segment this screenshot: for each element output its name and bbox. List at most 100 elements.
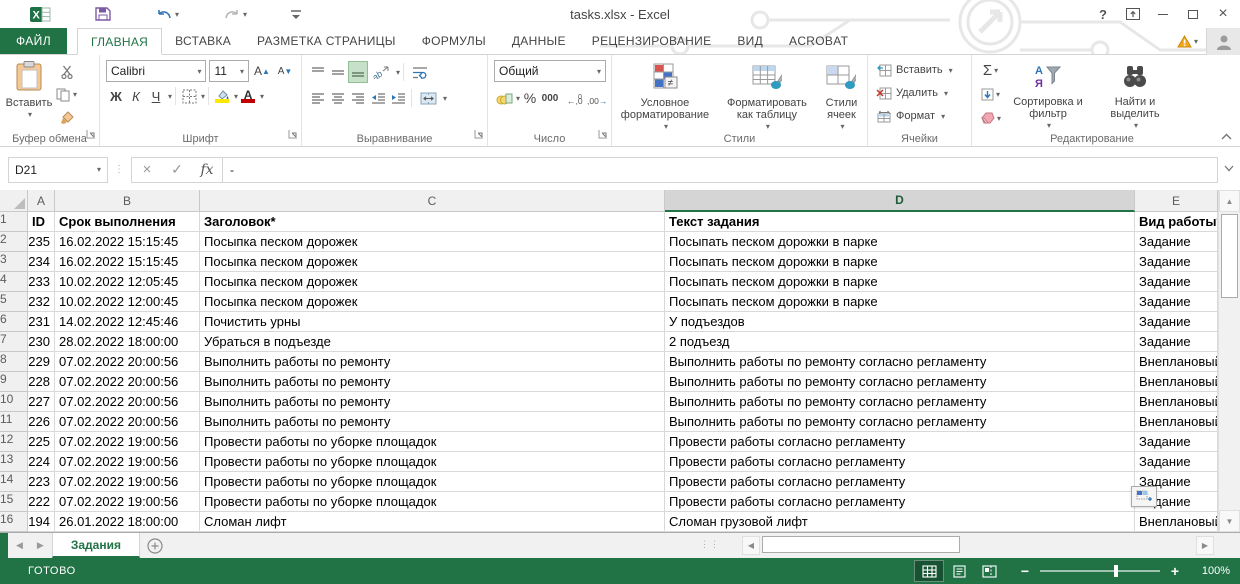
cell[interactable]: Выполнить работы по ремонту bbox=[200, 412, 665, 432]
orientation-caret[interactable]: ▾ bbox=[396, 68, 400, 77]
column-header-d-selected[interactable]: D bbox=[665, 190, 1135, 212]
cell[interactable]: 234 bbox=[28, 252, 55, 272]
cell[interactable]: Провести работы по уборке площадок bbox=[200, 492, 665, 512]
increase-decimal-icon[interactable]: ←,00 bbox=[566, 87, 586, 109]
tab-home[interactable]: ГЛАВНАЯ bbox=[77, 28, 162, 55]
view-page-break-icon[interactable] bbox=[974, 560, 1004, 582]
alignment-dialog-launcher-icon[interactable] bbox=[474, 126, 484, 144]
delete-cells-button[interactable]: Удалить▾ bbox=[874, 82, 969, 104]
ribbon-tab[interactable]: ВСТАВКА bbox=[162, 28, 244, 54]
row-number[interactable]: 7 bbox=[0, 332, 28, 352]
cell[interactable]: Заголовок* bbox=[200, 212, 665, 232]
cell[interactable]: 233 bbox=[28, 272, 55, 292]
row-number[interactable]: 3 bbox=[0, 252, 28, 272]
cell[interactable]: Задание bbox=[1135, 332, 1218, 352]
format-as-table-button[interactable]: Форматировать как таблицу ▾ bbox=[720, 59, 814, 129]
ribbon-tab[interactable]: ВИД bbox=[724, 28, 776, 54]
cell[interactable]: 07.02.2022 19:00:56 bbox=[55, 452, 200, 472]
minimize-icon[interactable] bbox=[1148, 2, 1178, 26]
cell-styles-caret[interactable]: ▾ bbox=[840, 121, 844, 133]
sort-filter-button[interactable]: АЯ Сортировка и фильтр ▾ bbox=[1005, 59, 1091, 129]
cell[interactable]: Задание bbox=[1135, 452, 1218, 472]
column-header-c[interactable]: C bbox=[200, 190, 665, 212]
column-header-b[interactable]: B bbox=[55, 190, 200, 212]
orientation-icon[interactable]: ab bbox=[368, 61, 394, 83]
find-select-button[interactable]: Найти и выделить ▾ bbox=[1095, 59, 1175, 129]
notification-caret[interactable]: ▾ bbox=[1194, 37, 1198, 46]
cell[interactable]: Вид работы* bbox=[1135, 212, 1218, 232]
cell[interactable]: 230 bbox=[28, 332, 55, 352]
autosum-caret[interactable]: ▾ bbox=[994, 66, 998, 75]
undo-icon[interactable]: ▾ bbox=[149, 2, 185, 26]
cell[interactable]: 231 bbox=[28, 312, 55, 332]
vertical-scroll-thumb[interactable] bbox=[1221, 214, 1238, 298]
zoom-level[interactable]: 100% bbox=[1194, 565, 1230, 577]
scroll-left-icon[interactable]: ◀ bbox=[742, 536, 760, 555]
cell[interactable]: 07.02.2022 20:00:56 bbox=[55, 412, 200, 432]
copy-caret[interactable]: ▾ bbox=[73, 90, 77, 99]
cell[interactable]: Задание bbox=[1135, 232, 1218, 252]
cell-styles-button[interactable]: Стили ячеек ▾ bbox=[818, 59, 865, 129]
format-painter-icon[interactable] bbox=[56, 108, 77, 129]
sheet-nav-right-icon[interactable]: ▶ bbox=[37, 540, 44, 551]
cell[interactable]: 28.02.2022 18:00:00 bbox=[55, 332, 200, 352]
close-icon[interactable]: × bbox=[1208, 2, 1238, 26]
cell[interactable]: Выполнить работы по ремонту согласно рег… bbox=[665, 352, 1135, 372]
tab-splitter[interactable]: ⋮⋮ bbox=[700, 539, 720, 550]
conditional-formatting-button[interactable]: ≠ Условное форматирование ▾ bbox=[614, 59, 716, 129]
copy-icon[interactable]: ▾ bbox=[56, 84, 77, 105]
row-number[interactable]: 8 bbox=[0, 352, 28, 372]
row-number[interactable]: 5 bbox=[0, 292, 28, 312]
add-sheet-icon[interactable] bbox=[140, 533, 170, 558]
cell[interactable]: 07.02.2022 19:00:56 bbox=[55, 492, 200, 512]
cell[interactable]: 224 bbox=[28, 452, 55, 472]
zoom-slider[interactable] bbox=[1040, 570, 1160, 572]
cell[interactable]: Выполнить работы по ремонту bbox=[200, 352, 665, 372]
font-color-icon[interactable]: А bbox=[238, 85, 258, 107]
expand-formula-bar-icon[interactable] bbox=[1218, 164, 1240, 175]
cell[interactable]: Посыпать песком дорожки в парке bbox=[665, 272, 1135, 292]
sheet-nav-left-icon[interactable]: ◀ bbox=[16, 540, 23, 551]
row-number[interactable]: 4 bbox=[0, 272, 28, 292]
increase-font-icon[interactable]: А▲ bbox=[252, 60, 272, 82]
format-cells-caret[interactable]: ▾ bbox=[941, 112, 945, 121]
cell[interactable]: 232 bbox=[28, 292, 55, 312]
select-all-corner[interactable] bbox=[0, 190, 28, 212]
ribbon-display-options-icon[interactable] bbox=[1118, 2, 1148, 26]
cell[interactable]: 07.02.2022 20:00:56 bbox=[55, 352, 200, 372]
cell[interactable]: Провести работы согласно регламенту bbox=[665, 492, 1135, 512]
wrap-text-icon[interactable] bbox=[407, 61, 433, 83]
name-box[interactable]: D21▾ bbox=[8, 157, 108, 183]
row-number[interactable]: 15 bbox=[0, 492, 28, 512]
cell[interactable]: Посыпка песком дорожек bbox=[200, 252, 665, 272]
cell[interactable]: Задание bbox=[1135, 252, 1218, 272]
cell[interactable]: Посыпка песком дорожек bbox=[200, 272, 665, 292]
ribbon-tab[interactable]: ДАННЫЕ bbox=[499, 28, 579, 54]
row-number[interactable]: 6 bbox=[0, 312, 28, 332]
tab-file[interactable]: ФАЙЛ bbox=[0, 28, 67, 54]
cell[interactable]: 10.02.2022 12:00:45 bbox=[55, 292, 200, 312]
cell[interactable]: Провести работы согласно регламенту bbox=[665, 432, 1135, 452]
zoom-slider-thumb[interactable] bbox=[1114, 565, 1118, 577]
underline-caret[interactable]: ▾ bbox=[168, 92, 172, 101]
cell[interactable]: 222 bbox=[28, 492, 55, 512]
font-dialog-launcher-icon[interactable] bbox=[288, 126, 298, 144]
cell[interactable]: Текст задания bbox=[665, 212, 1135, 232]
redo-icon[interactable]: ▾ bbox=[217, 2, 253, 26]
font-name-select[interactable]: Calibri▾ bbox=[106, 60, 206, 82]
percent-icon[interactable]: % bbox=[520, 87, 540, 109]
ribbon-tab[interactable]: РАЗМЕТКА СТРАНИЦЫ bbox=[244, 28, 409, 54]
increase-indent-icon[interactable] bbox=[388, 87, 408, 109]
cell[interactable]: Внеплановый bbox=[1135, 352, 1218, 372]
cell[interactable]: Задание bbox=[1135, 432, 1218, 452]
scroll-right-icon[interactable]: ▶ bbox=[1196, 536, 1214, 555]
decrease-decimal-icon[interactable]: ,00→ bbox=[586, 87, 606, 109]
clipboard-dialog-launcher-icon[interactable] bbox=[86, 126, 96, 144]
cell[interactable]: Провести работы согласно регламенту bbox=[665, 472, 1135, 492]
row-number[interactable]: 12 bbox=[0, 432, 28, 452]
ribbon-tab[interactable]: ФОРМУЛЫ bbox=[409, 28, 499, 54]
italic-button[interactable]: К bbox=[126, 85, 146, 107]
align-left-icon[interactable] bbox=[308, 87, 328, 109]
formula-input[interactable]: - bbox=[223, 157, 1218, 183]
cell[interactable]: Убраться в подъезде bbox=[200, 332, 665, 352]
